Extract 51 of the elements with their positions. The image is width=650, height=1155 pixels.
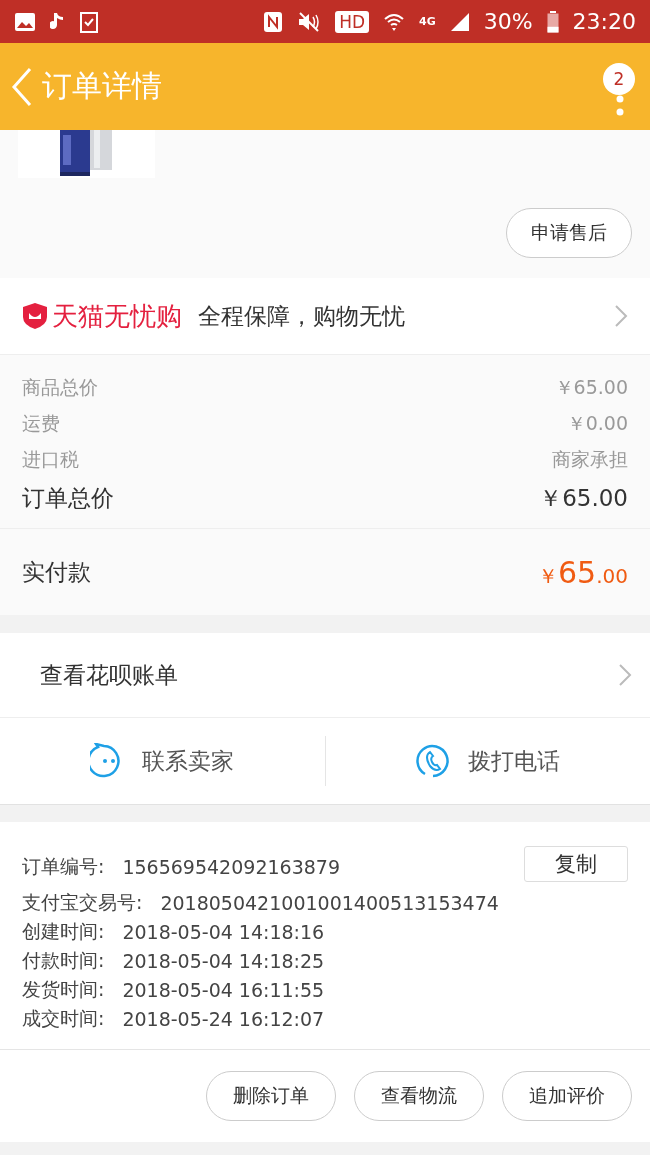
copy-button[interactable]: 复制	[524, 846, 628, 882]
chevron-right-icon	[618, 663, 632, 687]
order-action-button[interactable]: 删除订单	[206, 1071, 336, 1121]
after-sales-button[interactable]: 申请售后	[506, 208, 632, 258]
info-label: 创建时间:	[22, 918, 105, 944]
price-value: ￥65.00	[539, 484, 628, 513]
paid-amount: ￥65.00	[538, 554, 628, 590]
hd-badge: HD	[335, 10, 369, 33]
image-icon	[14, 11, 36, 32]
clock: 23:20	[572, 9, 636, 34]
phone-icon	[415, 744, 450, 778]
order-action-button[interactable]: 查看物流	[354, 1071, 484, 1121]
notification-badge: 2	[603, 62, 635, 95]
huabei-bill-link[interactable]: 查看花呗账单	[40, 659, 178, 691]
info-value: 2018050421001001400513153474	[160, 891, 499, 914]
contact-button[interactable]: 联系卖家	[0, 718, 325, 804]
nfc-icon	[263, 10, 284, 33]
info-label: 成交时间:	[22, 1005, 105, 1031]
music-note-icon	[50, 11, 66, 32]
page-title: 订单详情	[42, 67, 163, 105]
signal-icon	[449, 11, 470, 32]
info-value: 2018-05-04 14:18:16	[122, 920, 325, 943]
more-icon[interactable]	[616, 94, 624, 117]
info-value: 2018-05-04 16:11:55	[122, 978, 325, 1001]
guarantee-brand: 天猫无忧购	[22, 298, 182, 334]
battery-percent: 30%	[483, 9, 533, 34]
info-label: 支付宝交易号:	[22, 889, 143, 915]
price-label: 商品总价	[22, 375, 98, 400]
price-label: 运费	[22, 411, 60, 436]
info-label: 订单编号:	[22, 854, 105, 879]
info-value: 2018-05-24 16:12:07	[122, 1007, 325, 1030]
order-action-button[interactable]: 追加评价	[502, 1071, 632, 1121]
contact-button[interactable]: 拨打电话	[325, 718, 650, 804]
price-label: 进口税	[22, 447, 79, 472]
info-label: 付款时间:	[22, 947, 105, 973]
price-label: 订单总价	[22, 484, 114, 513]
paid-label: 实付款	[22, 557, 91, 587]
guarantee-text: 全程保障，购物无忧	[198, 301, 406, 331]
info-value: 156569542092163879	[122, 856, 340, 878]
shield-icon	[22, 302, 48, 330]
back-icon[interactable]	[10, 66, 34, 107]
price-value: ￥0.00	[566, 411, 628, 436]
chevron-right-icon	[614, 304, 628, 328]
price-value: ￥65.00	[554, 375, 628, 400]
mute-icon	[297, 10, 322, 33]
price-value: 商家承担	[552, 447, 628, 472]
info-label: 发货时间:	[22, 976, 105, 1002]
network-label: 4G	[419, 15, 436, 28]
clipboard-check-icon	[80, 10, 98, 33]
battery-icon	[546, 10, 559, 33]
info-value: 2018-05-04 14:18:25	[122, 949, 325, 972]
